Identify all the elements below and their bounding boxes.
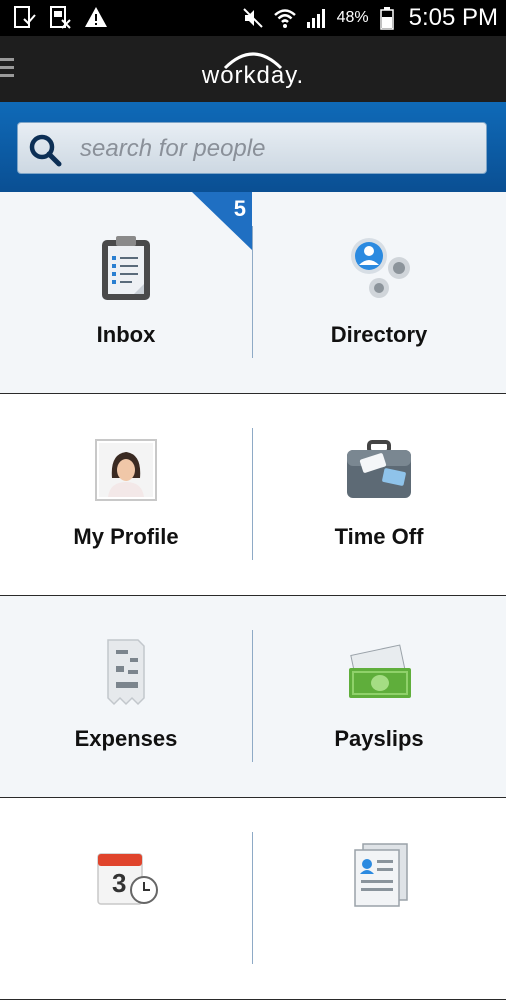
calendar-icon-wrap: 3 [90, 838, 162, 910]
sim-error-icon [50, 6, 71, 29]
tile-calendar[interactable]: 3 [0, 798, 252, 998]
mute-icon [242, 8, 263, 28]
tile-label: Expenses [74, 726, 178, 751]
search-input[interactable] [78, 123, 482, 175]
tile-label: My Profile [73, 524, 179, 549]
wifi-icon [273, 9, 296, 28]
notification-icons [12, 5, 108, 29]
documents-icon-wrap [343, 838, 415, 910]
inbox-icon-wrap [90, 232, 162, 304]
menu-icon[interactable] [0, 58, 14, 78]
receipt-icon [107, 639, 145, 706]
clipboard-icon [102, 236, 150, 300]
calendar-clock-icon: 3 [97, 853, 158, 905]
search-icon[interactable] [28, 133, 62, 167]
system-status: 48% 5:05 PM [241, 4, 498, 32]
inbox-count-badge: 5 [192, 192, 252, 250]
calendar-day: 3 [112, 868, 126, 898]
workday-logo: workday. [190, 44, 316, 94]
people-network-icon [351, 238, 410, 298]
tile-expenses[interactable]: Expenses [0, 596, 252, 796]
search-bar [0, 102, 506, 192]
search-box[interactable] [17, 122, 487, 175]
tile-label: Directory [330, 322, 428, 347]
document-stack-icon [354, 843, 408, 907]
tile-row: Inbox 5 Directory [0, 192, 506, 394]
money-icon [349, 644, 411, 698]
tile-label: Time Off [334, 524, 424, 549]
tile-payslips[interactable]: Payslips [253, 596, 505, 796]
status-bar: 48% 5:05 PM [0, 0, 506, 36]
profile-icon-wrap [90, 434, 162, 506]
tile-row: 3 [0, 798, 506, 1000]
tile-my-profile[interactable]: My Profile [0, 394, 252, 594]
download-done-icon [14, 6, 36, 28]
suitcase-icon [347, 440, 411, 498]
warning-icon [85, 7, 107, 27]
tile-directory[interactable]: Directory [253, 192, 505, 392]
inbox-count: 5 [233, 196, 246, 221]
logo-text: workday. [201, 62, 305, 89]
tile-documents[interactable] [253, 798, 505, 998]
signal-icon [306, 9, 325, 28]
tile-time-off[interactable]: Time Off [253, 394, 505, 594]
battery-percent: 48% [336, 9, 369, 26]
tile-row: Expenses Payslips [0, 596, 506, 798]
tile-grid: Inbox 5 Directory My Profile Time Off Ex… [0, 192, 506, 1000]
time-off-icon-wrap [343, 434, 415, 506]
battery-icon [379, 7, 394, 30]
tile-row: My Profile Time Off [0, 394, 506, 596]
expenses-icon-wrap [90, 636, 162, 708]
tile-label: Payslips [334, 726, 424, 751]
app-bar: workday. [0, 36, 506, 102]
payslips-icon-wrap [343, 636, 415, 708]
tile-inbox[interactable]: Inbox 5 [0, 192, 252, 392]
profile-photo-icon [95, 439, 157, 501]
tile-label: Inbox [96, 322, 156, 347]
clock: 5:05 PM [408, 4, 498, 31]
directory-icon-wrap [343, 232, 415, 304]
